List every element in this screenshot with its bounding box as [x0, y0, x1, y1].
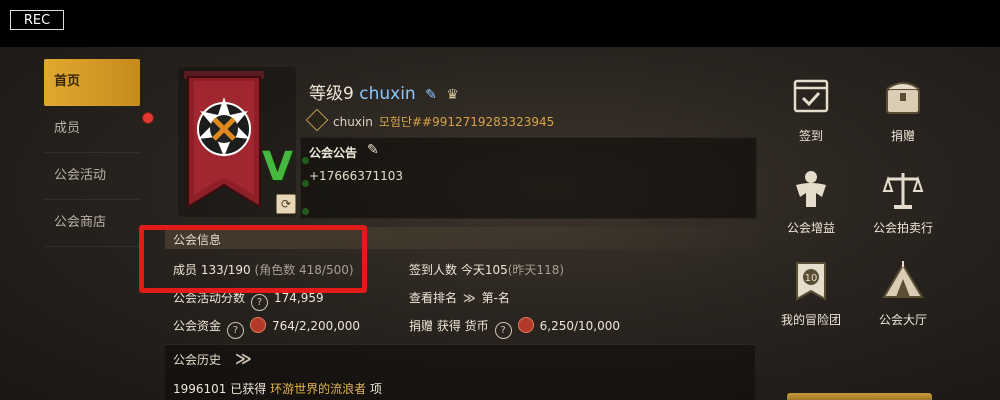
notification-dot: [142, 112, 154, 124]
edit-name-icon[interactable]: ✎: [425, 87, 437, 103]
edit-notice-icon[interactable]: ✎: [367, 142, 379, 158]
sidebar-item-members[interactable]: 成员: [44, 106, 140, 153]
tent-icon: [882, 261, 924, 298]
funds-value: 764/2,200,000: [272, 319, 361, 333]
guild-crest-icon: ♛: [446, 87, 459, 103]
guild-title: 等级9 chuxin ✎ ♛: [309, 79, 459, 104]
svg-text:10: 10: [805, 273, 818, 284]
guild-notice-panel: 公会公告 ✎ +17666371103: [300, 137, 757, 219]
guild-auction-label: 公会拍卖行: [872, 221, 933, 235]
donate-label: 捐赠 获得 货币: [409, 319, 489, 333]
guild-hall-label: 公会大厅: [878, 313, 927, 327]
sidebar-item-shop[interactable]: 公会商店: [44, 200, 140, 247]
highlight-annotation-box: [139, 225, 367, 293]
checkin-label: 签到: [798, 129, 823, 143]
guild-auction-button[interactable]: 公会拍卖行: [857, 159, 949, 247]
notice-title: 公会公告: [309, 146, 358, 160]
strongman-icon: [796, 171, 826, 207]
history-entry-highlight: 环游世界的流浪者: [270, 382, 367, 396]
donate-row: 捐赠 获得 货币? 6,250/10,000: [409, 317, 620, 339]
ranking-value: 第-名: [481, 291, 510, 305]
guild-buff-label: 公会增益: [786, 221, 835, 235]
swap-emblem-icon[interactable]: ⟳: [276, 194, 296, 214]
ranking-row[interactable]: 查看排名 ≫ 第-名: [409, 289, 510, 306]
banner-10-icon: 10: [796, 262, 826, 301]
donate-label: 捐赠: [890, 129, 915, 143]
coin-icon: [517, 317, 534, 333]
history-entry-suffix: 项: [369, 382, 382, 396]
guild-name: chuxin: [359, 84, 416, 104]
history-more-icon[interactable]: ≫: [235, 349, 252, 368]
donate-button[interactable]: 捐赠: [857, 67, 949, 155]
treasure-chest-icon: [886, 82, 920, 114]
coin-icon: [250, 317, 267, 333]
guild-level: 等级9: [309, 84, 354, 104]
guild-buff-button[interactable]: 公会增益: [765, 159, 857, 247]
guild-id: 모험단##9912719283323945: [378, 115, 555, 129]
rec-indicator: REC: [10, 10, 64, 30]
emblem-rank-badge: V: [262, 144, 293, 190]
scales-icon: [882, 173, 924, 209]
help-icon[interactable]: ?: [227, 322, 245, 339]
notice-text: +17666371103: [309, 169, 404, 183]
history-entry: 1996101 已获得 环游世界的流浪者 项: [173, 380, 382, 397]
guild-owner: chuxin: [333, 115, 373, 129]
checkin-yesterday: (昨天118): [507, 263, 565, 277]
calendar-check-icon: [793, 79, 829, 113]
help-icon[interactable]: ?: [494, 322, 512, 339]
guild-history-panel: 公会历史 ≫ 1996101 已获得 环游世界的流浪者 项: [165, 344, 755, 400]
checkin-row: 签到人数 今天105(昨天118): [409, 261, 564, 278]
my-adventure-team-button[interactable]: 10 我的冒险团: [765, 251, 857, 339]
funds-row: 公会资金? 764/2,200,000: [173, 317, 360, 339]
history-title: 公会历史: [173, 353, 222, 367]
help-icon[interactable]: ?: [251, 294, 269, 311]
bottom-action-button[interactable]: [787, 393, 932, 400]
activity-value: 174,959: [274, 291, 324, 305]
action-grid: 签到 捐赠 公会增益 公会拍卖行 10 我的冒险团 公会大厅: [765, 67, 950, 387]
ranking-label: 查看排名: [409, 291, 458, 305]
history-entry-prefix: 1996101 已获得: [173, 382, 267, 396]
master-icon: [305, 108, 329, 132]
checkin-today: 今天105: [460, 263, 508, 277]
sidebar: 首页 成员 公会活动 公会商店: [44, 59, 140, 247]
sidebar-item-home[interactable]: 首页: [44, 59, 140, 106]
guild-hall-button[interactable]: 公会大厅: [857, 251, 949, 339]
funds-label: 公会资金: [173, 319, 222, 333]
guild-home-screen: 首页 成员 公会活动 公会商店 V ⟳ 等级9 chuxin ✎ ♛ chuxi…: [0, 47, 1000, 400]
recording-bar: REC: [0, 0, 1000, 47]
double-chevron-icon: ≫: [463, 291, 476, 305]
checkin-button[interactable]: 签到: [765, 67, 857, 155]
checkin-label: 签到人数: [409, 263, 458, 277]
my-adventure-team-label: 我的冒险团: [780, 313, 841, 327]
activity-label: 公会活动分数: [173, 291, 246, 305]
guild-owner-row: chuxin 모험단##9912719283323945: [305, 108, 555, 132]
sidebar-item-activity[interactable]: 公会活动: [44, 153, 140, 200]
donate-value: 6,250/10,000: [539, 319, 621, 333]
